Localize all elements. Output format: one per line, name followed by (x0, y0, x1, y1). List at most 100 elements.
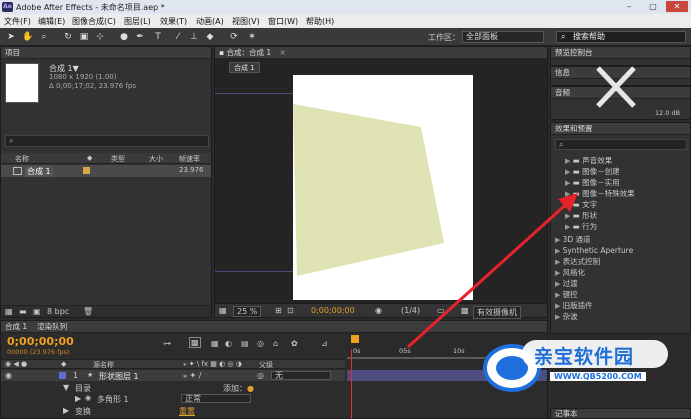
graph-editor-icon[interactable]: ⌂ (273, 339, 278, 348)
search-help-input[interactable]: ⌕ 搜索帮助 (556, 31, 686, 43)
grid-icon[interactable]: ⊡ (287, 306, 294, 315)
layer-row[interactable]: ◉ 1 ★ 形状图层 1 ⁎ ✦ / ◎ 无 (1, 370, 345, 381)
pen-tool-alt-icon[interactable]: ✒ (134, 31, 146, 43)
live-update-icon[interactable]: ▩ (189, 337, 201, 348)
expand-triangle-icon[interactable]: ▼ (63, 383, 69, 392)
transform-label: 变换 (75, 407, 91, 416)
layer-name[interactable]: 形状图层 1 (99, 371, 139, 382)
watermark-x-icon (596, 66, 636, 108)
av-features-icon: ◉ ◀ ● (5, 360, 28, 368)
col-source-name[interactable]: 源名称 (93, 360, 114, 370)
comp-mini-flowchart-icon[interactable]: ⊶ (163, 339, 171, 348)
draft-3d-icon[interactable]: ▦ (211, 339, 219, 348)
rotate-tool-icon[interactable]: ↻ (62, 31, 74, 43)
tab-preview[interactable]: 预览控制台 (551, 47, 690, 59)
effects-item[interactable]: ▶ ▬ 声音效果 (551, 155, 690, 166)
col-type[interactable]: 类型 (111, 154, 125, 164)
clone-tool-icon[interactable]: ⊥ (188, 31, 200, 43)
effects-search-input[interactable]: ⌕ (555, 139, 687, 150)
menu-file[interactable]: 文件(F) (4, 16, 31, 27)
safe-zones-icon[interactable]: ⊞ (275, 306, 282, 315)
arrow-tool-icon[interactable]: ➤ (5, 31, 17, 43)
menu-layer[interactable]: 图层(L) (124, 16, 151, 27)
close-tab-icon[interactable]: × (280, 48, 286, 57)
project-item-row[interactable]: 合成 1 23.976 (1, 165, 211, 177)
maximize-button[interactable]: □ (642, 1, 664, 12)
menu-window[interactable]: 窗口(W) (268, 16, 298, 27)
pan-behind-tool-icon[interactable]: ⊹ (94, 31, 106, 43)
motion-blur-icon[interactable]: ◎ (257, 339, 264, 348)
expand-triangle-icon[interactable]: ▶ (75, 394, 81, 403)
menu-composition[interactable]: 图像合成(C) (72, 16, 116, 27)
eraser-tool-icon[interactable]: ◆ (204, 31, 216, 43)
layer-switches[interactable]: ⁎ ✦ / (183, 371, 201, 380)
trash-icon[interactable]: 🗑 (83, 307, 93, 316)
timeline-timecode[interactable]: 0;00;00;00 (7, 335, 74, 348)
col-parent[interactable]: 父级 (259, 360, 273, 370)
workspace-select[interactable]: 全部面板 (462, 31, 544, 43)
menu-view[interactable]: 视图(V) (232, 16, 260, 27)
eye-icon[interactable]: ◉ (5, 371, 12, 380)
tab-timeline-comp[interactable]: 合成 1 (5, 321, 27, 332)
graph-toggle-icon[interactable]: ⊿ (321, 339, 328, 348)
menu-effect[interactable]: 效果(T) (160, 16, 187, 27)
blend-mode-select[interactable]: 正常 (181, 394, 251, 403)
parent-select[interactable]: 无 (271, 371, 331, 380)
project-search-input[interactable]: ⌕ (5, 135, 209, 147)
interpret-footage-icon[interactable]: ▦ (5, 307, 13, 316)
reset-link[interactable]: 重置 (179, 406, 195, 417)
comp-subtab[interactable]: 合成 1 (229, 62, 260, 73)
label-column-icon: ◆ (61, 360, 67, 368)
col-size[interactable]: 大小 (149, 154, 163, 164)
menu-edit[interactable]: 编辑(E) (38, 16, 65, 27)
search-icon: ⌕ (9, 136, 14, 145)
add-button[interactable]: ● (247, 384, 254, 393)
menu-animation[interactable]: 动画(A) (196, 16, 224, 27)
effects-item-label: 图像－创建 (582, 167, 620, 176)
layer-label-swatch[interactable] (59, 372, 66, 379)
tab-notes[interactable]: 记事本 (551, 409, 690, 419)
viewer-timecode[interactable]: 0;00;00;00 (311, 306, 355, 315)
tab-render-queue[interactable]: 渲染队列 (37, 321, 67, 332)
effects-item[interactable]: ▶ ▬ 图像－创建 (551, 166, 690, 177)
search-icon: ⌕ (561, 32, 566, 41)
work-area-start-icon[interactable] (351, 335, 359, 343)
parent-pickwhip-icon[interactable]: ◎ (257, 371, 264, 380)
text-tool-icon[interactable]: T (152, 31, 164, 43)
brush-tool-icon[interactable]: ⁄ (172, 31, 184, 43)
tab-composition[interactable]: ▪ 合成：合成 1 × (215, 47, 547, 59)
shy-layers-icon[interactable]: ◐ (225, 339, 232, 348)
col-name[interactable]: 名称 (15, 154, 29, 164)
bpc-toggle[interactable]: 8 bpc (47, 307, 69, 316)
polygon-row[interactable]: ▶ ◉ 多角形 1 正常 (1, 393, 345, 404)
close-button[interactable]: ✕ (666, 1, 688, 12)
puppet-tool-icon[interactable]: ✶ (246, 31, 258, 43)
frame-blending-icon[interactable]: ▤ (241, 339, 249, 348)
expand-triangle-icon[interactable]: ▶ (63, 406, 69, 415)
current-time-indicator[interactable] (351, 349, 352, 419)
audio-tab-label: 音频 (555, 88, 570, 97)
tab-effects-presets[interactable]: 效果和预置 (551, 123, 690, 135)
notes-tab-label: 记事本 (555, 409, 578, 418)
preview-icon[interactable]: ▦ (219, 306, 227, 315)
minimize-button[interactable]: – (618, 1, 640, 12)
lock-icon[interactable]: ▪ (219, 48, 224, 57)
label-color-swatch[interactable] (83, 167, 90, 174)
tab-project[interactable]: 项目 (1, 47, 211, 59)
roto-brush-icon[interactable]: ⟳ (228, 31, 240, 43)
col-fps[interactable]: 帧速率 (179, 154, 200, 164)
snapshot-icon[interactable]: ◉ (375, 306, 382, 315)
new-comp-icon[interactable]: ▣ (33, 307, 41, 316)
new-folder-icon[interactable]: ▬ (19, 307, 27, 316)
brainstorm-icon[interactable]: ✿ (291, 339, 298, 348)
contents-row[interactable]: ▼ 目录 添加： ● (1, 382, 345, 393)
hand-tool-icon[interactable]: ✋ (22, 31, 34, 43)
zoom-select[interactable]: 25 % (233, 306, 262, 317)
pen-tool-icon[interactable]: ● (118, 31, 130, 43)
zoom-tool-icon[interactable]: ⌕ (38, 31, 50, 43)
transform-row[interactable]: ▶ 变换 重置 (1, 405, 345, 416)
composition-icon (13, 167, 22, 175)
menu-help[interactable]: 帮助(H) (306, 16, 334, 27)
eye-icon[interactable]: ◉ (85, 394, 91, 402)
camera-tool-icon[interactable]: ▣ (78, 31, 90, 43)
